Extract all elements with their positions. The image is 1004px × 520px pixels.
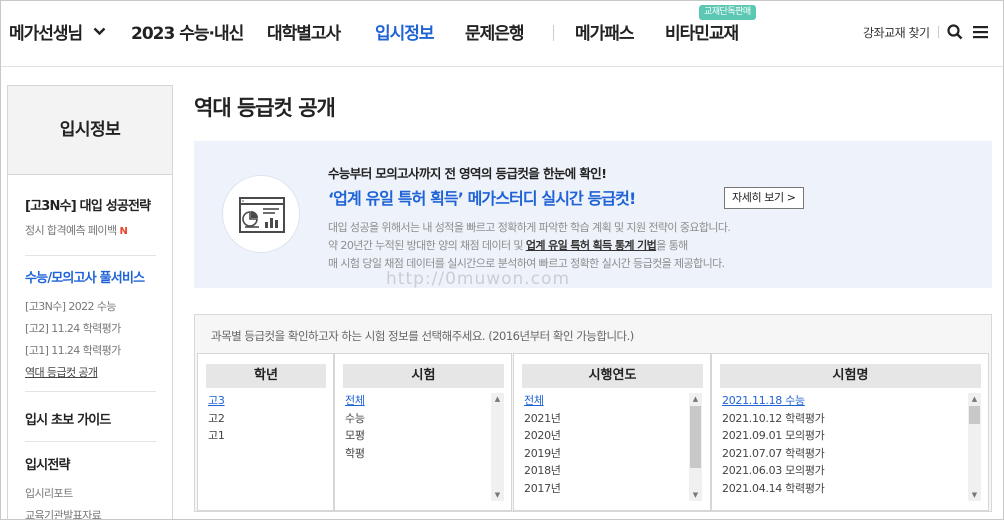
sidebar-body: [고3N수] 대입 성공전략 정시 합격예측 페이백 N 수능/모의고사 풀서비스… (8, 195, 172, 519)
exam-name-option[interactable]: 2021.04.14 학력평가 (722, 480, 825, 498)
nav-univ-exam[interactable]: 대학별고사 (267, 19, 341, 44)
grade-option-g3[interactable]: 고3 (208, 392, 225, 410)
banner-desc-line2-a: 약 20년간 누적된 방대한 양의 채점 데이터 및 (328, 239, 526, 252)
nav-vitamin-books[interactable]: 비타민교재 (665, 19, 739, 44)
patent-link[interactable]: 업계 유일 특허 획득 통계 기법 (526, 239, 657, 252)
scroll-up-icon[interactable]: ▲ (491, 393, 504, 405)
exam-name-option[interactable]: 2021.06.03 모의평가 (722, 462, 825, 480)
selector-hint: 과목별 등급컷을 확인하고자 하는 시험 정보를 선택해주세요. (2016년부… (211, 329, 634, 343)
banner-headline: 수능부터 모의고사까지 전 영역의 등급컷을 한눈에 확인! (328, 166, 607, 181)
sidebar-item-g2-exam[interactable]: [고2] 11.24 학력평가 (25, 320, 156, 336)
scroll-thumb[interactable] (969, 406, 980, 424)
scroll-down-icon[interactable]: ▼ (968, 489, 981, 501)
nav-divider (553, 25, 554, 41)
exam-scrollbar[interactable]: ▲ ▼ (491, 393, 504, 501)
exam-name-option[interactable]: 2021.10.12 학력평가 (722, 410, 825, 428)
sidebar-divider (25, 441, 156, 442)
sidebar-item-g1-exam[interactable]: [고1] 11.24 학력평가 (25, 342, 156, 358)
sidebar-section-beginner-guide[interactable]: 입시 초보 가이드 (25, 409, 156, 428)
grade-listbox[interactable]: 학년 고3 고2 고1 (197, 353, 334, 511)
info-banner: 수능부터 모의고사까지 전 영역의 등급컷을 한눈에 확인! ‘업계 유일 특허… (194, 141, 992, 288)
scroll-up-icon[interactable]: ▲ (968, 393, 981, 405)
year-option-2019[interactable]: 2019년 (524, 445, 561, 463)
sidebar-divider (25, 255, 156, 256)
top-nav: 메가선생님 2023 수능·내신 대학별고사 입시정보 문제은행 메가패스 비타… (1, 1, 1003, 67)
exclusive-badge: 교재단독판매 (699, 5, 756, 20)
watermark: http://0muwon.com (386, 269, 571, 289)
scroll-down-icon[interactable]: ▼ (491, 489, 504, 501)
sidebar-item-payback[interactable]: 정시 합격예측 페이백 N (25, 222, 156, 238)
scroll-down-icon[interactable]: ▼ (689, 489, 702, 501)
nav-admission-info[interactable]: 입시정보 (375, 19, 435, 44)
banner-desc-line1: 대입 성공을 위해서는 내 성적을 빠르고 정확하게 파악한 학습 계획 및 지… (328, 221, 731, 234)
search-icon[interactable] (947, 24, 963, 40)
nav-megapass[interactable]: 메가패스 (575, 19, 635, 44)
exam-name-options: 2021.11.18 수능 2021.10.12 학력평가 2021.09.01… (722, 392, 825, 498)
sidebar-header: 입시정보 (8, 86, 172, 175)
exam-options: 전체 수능 모평 학평 (345, 392, 365, 462)
banner-desc-line2-c: 을 통해 (656, 239, 688, 252)
new-badge: N (119, 226, 128, 237)
exam-name-option[interactable]: 2021.07.07 학력평가 (722, 445, 825, 463)
banner-desc-line2: 약 20년간 누적된 방대한 양의 채점 데이터 및 업계 유일 특허 획득 통… (328, 237, 968, 255)
grade-options: 고3 고2 고1 (208, 392, 225, 445)
scroll-thumb[interactable] (690, 406, 701, 468)
sidebar-item-report[interactable]: 입시리포트 (25, 485, 156, 501)
exam-listbox[interactable]: 시험 전체 수능 모평 학평 ▲ ▼ (334, 353, 512, 511)
exam-option-suneung[interactable]: 수능 (345, 410, 365, 428)
detail-button[interactable]: 자세히 보기 > (724, 187, 804, 209)
sidebar-item-suneung-2022[interactable]: [고3N수] 2022 수능 (25, 298, 156, 314)
browser-frame: 메가선생님 2023 수능·내신 대학별고사 입시정보 문제은행 메가패스 비타… (0, 0, 1004, 520)
year-option-2017[interactable]: 2017년 (524, 480, 561, 498)
banner-description: 대입 성공을 위해서는 내 성적을 빠르고 정확하게 파악한 학습 계획 및 지… (328, 219, 968, 273)
nav-right-divider (938, 26, 939, 38)
exam-header: 시험 (343, 364, 504, 388)
year-header: 시행연도 (522, 364, 703, 388)
sidebar-item-grade-cut[interactable]: 역대 등급컷 공개 (25, 364, 156, 380)
year-option-all[interactable]: 전체 (524, 392, 561, 410)
exam-option-all[interactable]: 전체 (345, 392, 365, 410)
nav-question-bank[interactable]: 문제은행 (465, 19, 525, 44)
nav-suneung-naesin[interactable]: 2023 수능·내신 (131, 19, 244, 44)
sidebar-section-strategy[interactable]: [고3N수] 대입 성공전략 (25, 195, 156, 214)
scroll-up-icon[interactable]: ▲ (689, 393, 702, 405)
chevron-down-icon (93, 27, 106, 36)
banner-tagline: ‘업계 유일 특허 획득’ 메가스터디 실시간 등급컷! (328, 189, 636, 208)
sidebar-item-payback-label: 정시 합격예측 페이백 (25, 224, 117, 237)
exam-name-option[interactable]: 2021.11.18 수능 (722, 392, 824, 410)
exam-selector: 과목별 등급컷을 확인하고자 하는 시험 정보를 선택해주세요. (2016년부… (194, 314, 992, 512)
exam-name-listbox[interactable]: 시험명 2021.11.18 수능 2021.10.12 학력평가 2021.0… (711, 353, 989, 511)
year-scrollbar[interactable]: ▲ ▼ (689, 393, 702, 501)
year-option-2021[interactable]: 2021년 (524, 410, 561, 428)
sidebar-divider (25, 391, 156, 392)
hamburger-menu-icon[interactable] (972, 25, 989, 39)
sidebar-section-fullservice[interactable]: 수능/모의고사 풀서비스 (25, 267, 156, 286)
brand-label: 메가선생님 (9, 24, 83, 44)
sidebar: 입시정보 [고3N수] 대입 성공전략 정시 합격예측 페이백 N 수능/모의고사… (7, 85, 173, 519)
year-listbox[interactable]: 시행연도 전체 2021년 2020년 2019년 2018년 2017년 ▲ … (513, 353, 711, 511)
find-lecture-link[interactable]: 강좌교재 찾기 (863, 24, 930, 41)
year-option-2020[interactable]: 2020년 (524, 427, 561, 445)
report-chart-icon (222, 175, 300, 253)
brand-menu[interactable]: 메가선생님 (9, 19, 106, 44)
year-option-2018[interactable]: 2018년 (524, 462, 561, 480)
grade-option-g1[interactable]: 고1 (208, 427, 225, 445)
exam-option-mopyeong[interactable]: 모평 (345, 427, 365, 445)
page-title: 역대 등급컷 공개 (194, 96, 336, 120)
grade-option-g2[interactable]: 고2 (208, 410, 225, 428)
sidebar-section-admission-strategy[interactable]: 입시전략 (25, 454, 156, 473)
exam-name-scrollbar[interactable]: ▲ ▼ (968, 393, 981, 501)
report-chart-svg (239, 197, 285, 233)
exam-option-hakpyeong[interactable]: 학평 (345, 445, 365, 463)
grade-header: 학년 (206, 364, 326, 388)
sidebar-item-agency-data[interactable]: 교육기관발표자료 (25, 507, 156, 519)
year-options: 전체 2021년 2020년 2019년 2018년 2017년 (524, 392, 561, 498)
exam-name-option[interactable]: 2021.09.01 모의평가 (722, 427, 825, 445)
exam-name-header: 시험명 (720, 364, 981, 388)
